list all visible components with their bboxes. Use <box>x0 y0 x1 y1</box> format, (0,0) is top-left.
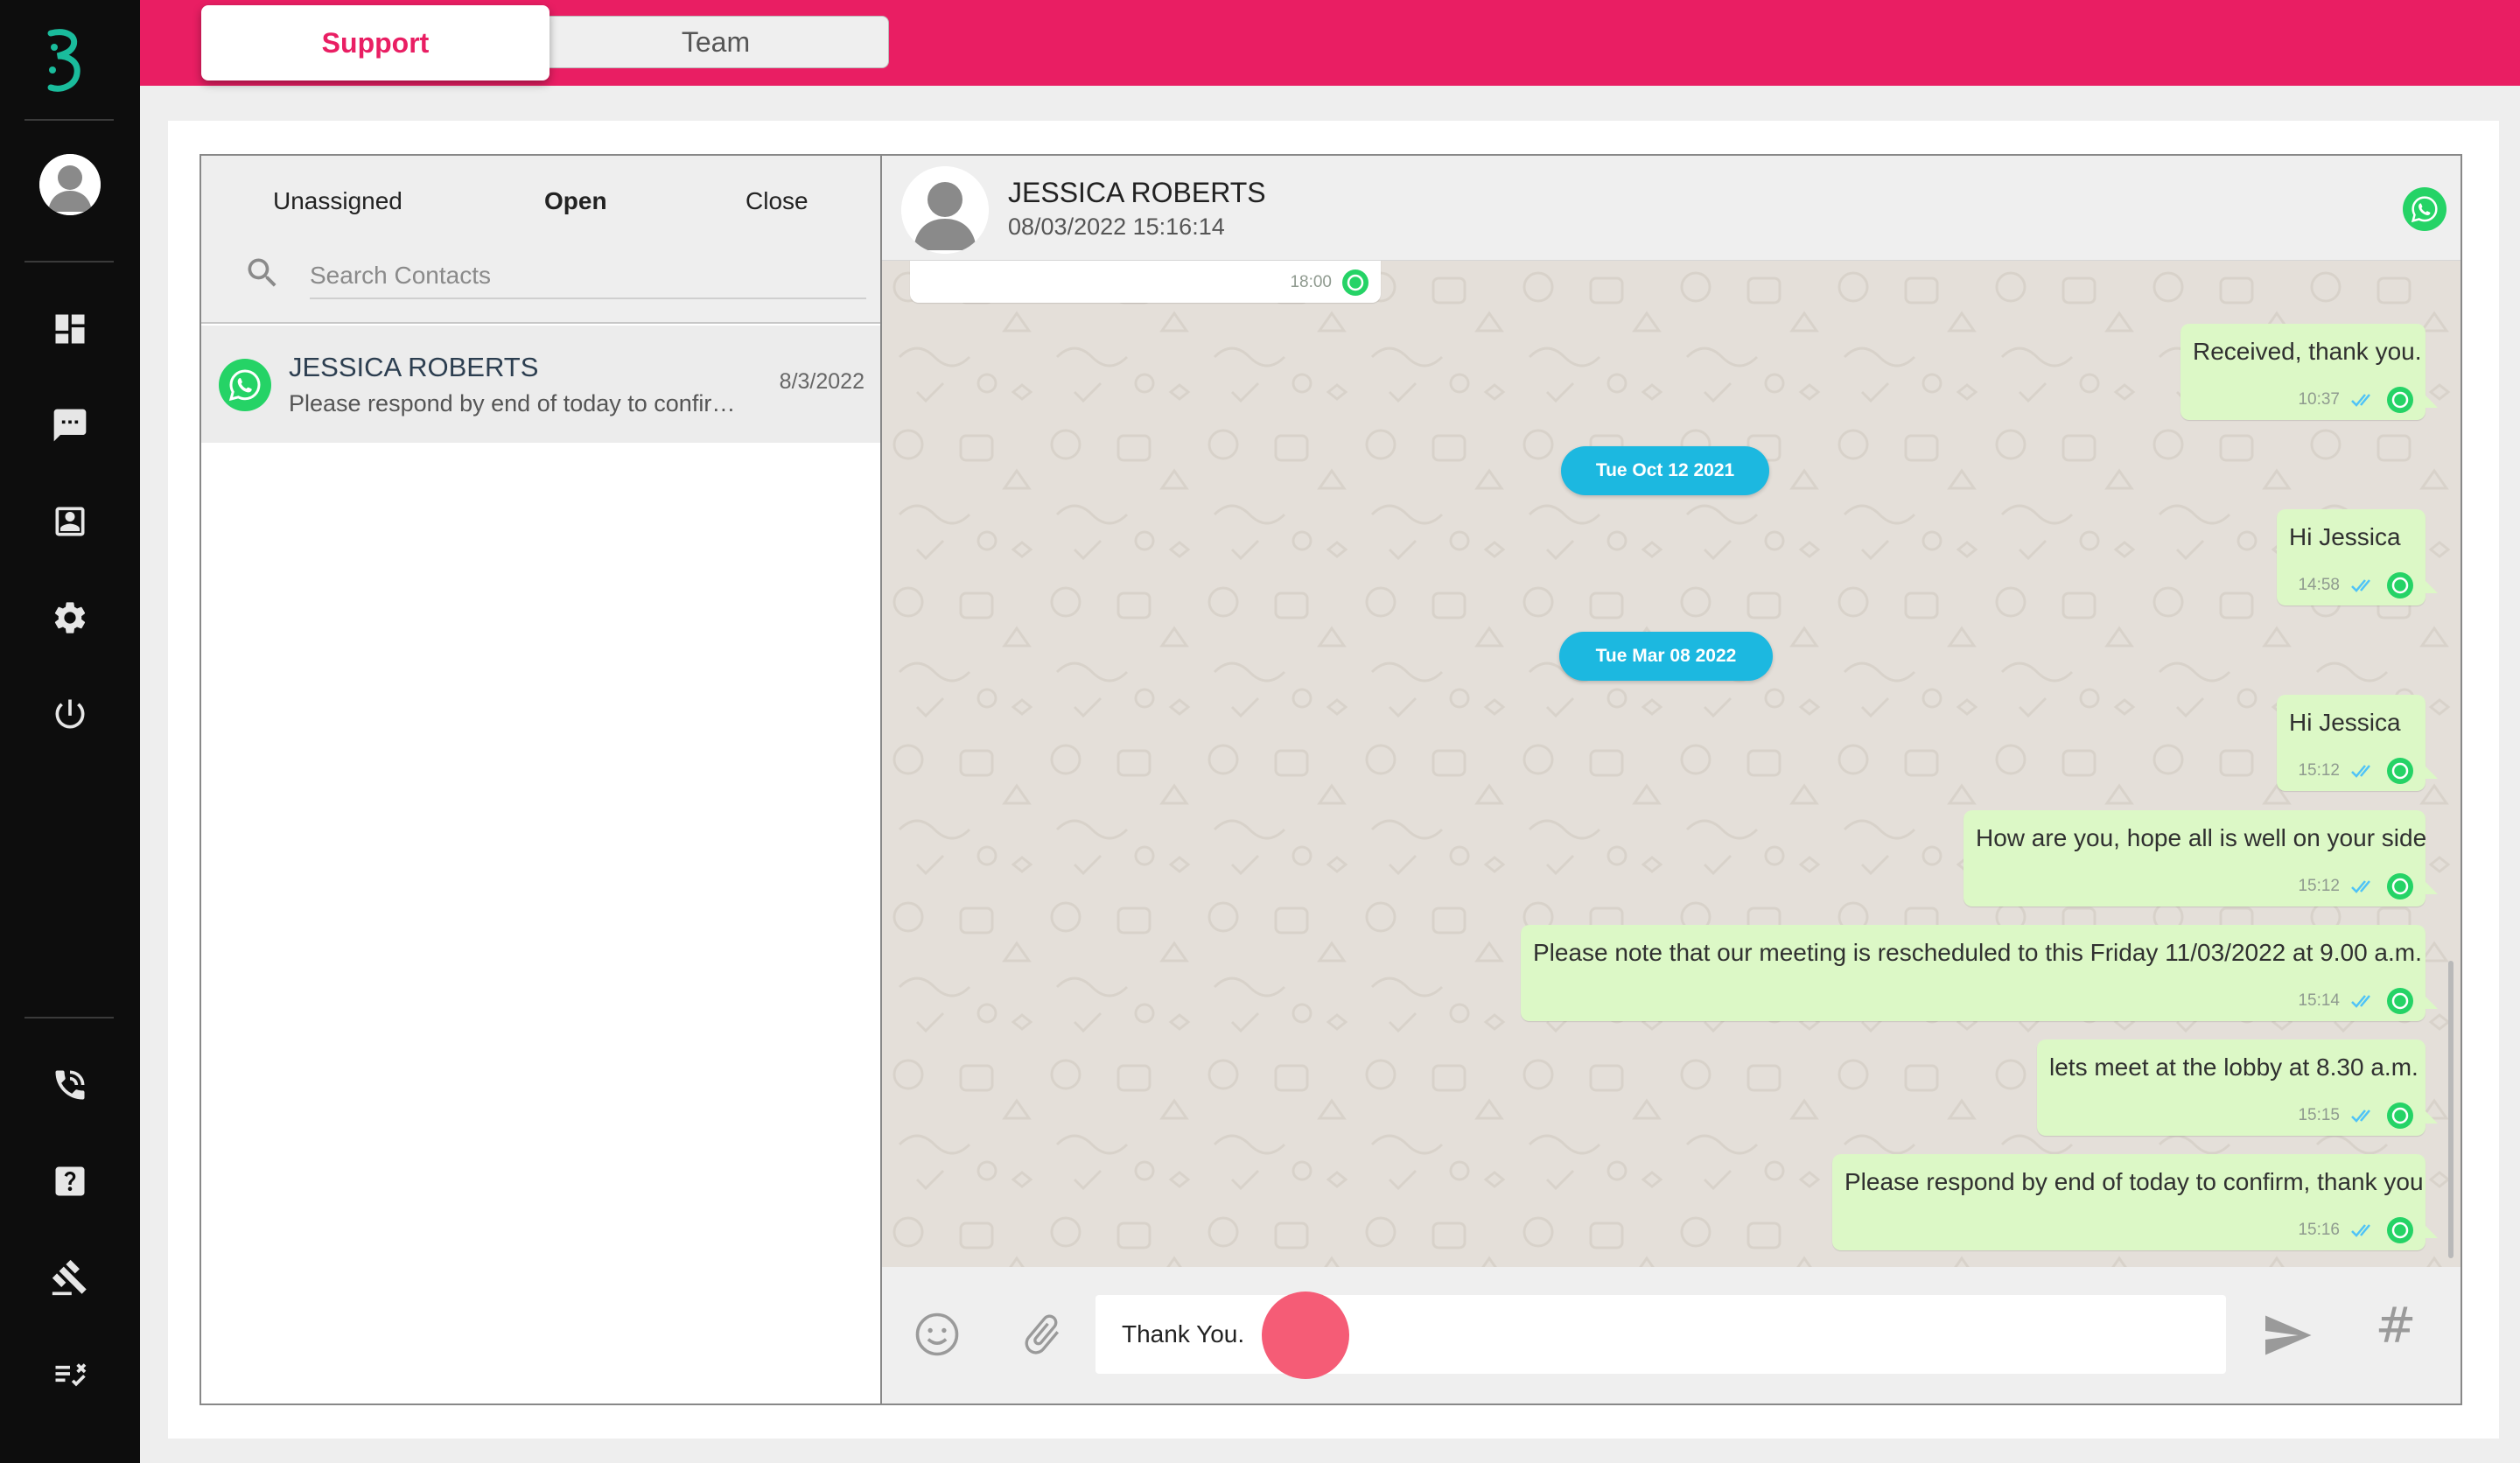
message-outgoing: Please respond by end of today to confir… <box>1832 1154 2438 1250</box>
filter-unassigned[interactable]: Unassigned <box>273 187 402 215</box>
message-outgoing: Received, thank you. 10:37 <box>2180 324 2438 420</box>
message-text: How are you, hope all is well on your si… <box>1976 824 2427 851</box>
date-separator: Tue Oct 12 2021 <box>1561 446 1769 495</box>
message-meta: 10:37 <box>2298 387 2413 413</box>
message-outgoing: lets meet at the lobby at 8.30 a.m. 15:1… <box>2037 1040 2438 1136</box>
top-bar: Team Support <box>140 0 2520 86</box>
tab-team[interactable]: Team <box>542 16 889 68</box>
sidebar-divider <box>24 1017 114 1018</box>
whatsapp-icon <box>2387 572 2413 598</box>
message-text: Received, thank you. <box>2193 338 2422 365</box>
hashtag-button[interactable]: # <box>2370 1300 2422 1353</box>
tab-support[interactable]: Support <box>201 5 550 80</box>
search-icon <box>248 258 276 287</box>
filter-close[interactable]: Close <box>746 187 808 215</box>
user-avatar[interactable] <box>39 154 101 215</box>
message-text: Hi Jessica <box>2289 523 2401 550</box>
message-incoming: 18:00 <box>910 261 1381 303</box>
double-check-icon <box>2351 394 2370 407</box>
chat-contact-name: JESSICA ROBERTS <box>1008 177 1266 208</box>
message-outgoing: Hi Jessica 14:58 <box>2277 509 2438 606</box>
message-meta: 15:12 <box>2298 758 2413 784</box>
message-text: Please note that our meeting is reschedu… <box>1533 939 2422 966</box>
double-check-icon <box>2351 995 2370 1008</box>
message-meta: 18:00 <box>1290 270 1368 296</box>
message-area[interactable]: 18:00 Received, thank you. 10:37 Tue Oct… <box>882 261 2460 1267</box>
whatsapp-icon <box>2387 387 2413 413</box>
cursor-indicator <box>1262 1292 1349 1379</box>
double-check-icon <box>2351 579 2370 592</box>
message-outgoing: Hi Jessica 15:12 <box>2277 695 2438 791</box>
message-time: 15:12 <box>2298 877 2340 895</box>
chat-icon[interactable] <box>44 399 96 452</box>
contact-avatar <box>901 166 989 254</box>
chat-contact-datetime: 08/03/2022 15:16:14 <box>1008 214 1225 240</box>
sidebar-divider <box>24 119 114 121</box>
double-check-icon <box>2351 765 2370 778</box>
chat-panel: JESSICA ROBERTS 08/03/2022 15:16:14 18:0… <box>882 154 2462 1405</box>
dashboard-icon[interactable] <box>44 303 96 355</box>
message-text: Please respond by end of today to confir… <box>1844 1168 2424 1195</box>
message-text: Hi Jessica <box>2289 709 2401 736</box>
app-logo <box>47 29 80 92</box>
message-meta: 15:16 <box>2298 1217 2413 1243</box>
send-icon[interactable] <box>2261 1309 2314 1362</box>
message-time: 15:15 <box>2298 1106 2340 1124</box>
message-meta: 15:12 <box>2298 873 2413 900</box>
double-check-icon <box>2351 1110 2370 1123</box>
whatsapp-icon <box>2387 1217 2413 1243</box>
message-time: 14:58 <box>2298 576 2340 594</box>
message-time: 10:37 <box>2298 390 2340 409</box>
message-meta: 15:14 <box>2298 988 2413 1014</box>
message-meta: 14:58 <box>2298 572 2413 598</box>
contacts-icon[interactable] <box>44 495 96 548</box>
message-outgoing: How are you, hope all is well on your si… <box>1964 810 2438 906</box>
message-time: 15:16 <box>2298 1221 2340 1239</box>
attachment-icon[interactable] <box>1018 1311 1066 1358</box>
date-separator: Tue Mar 08 2022 <box>1559 632 1773 681</box>
contact-list-item[interactable]: JESSICA ROBERTS Please respond by end of… <box>201 326 880 443</box>
whatsapp-icon <box>219 359 271 411</box>
help-icon[interactable] <box>44 1155 96 1208</box>
settings-icon[interactable] <box>44 592 96 644</box>
sidebar <box>0 0 140 1463</box>
search-input[interactable] <box>310 254 866 299</box>
whatsapp-icon <box>2387 758 2413 784</box>
checklist-icon[interactable] <box>44 1348 96 1400</box>
whatsapp-icon <box>2403 187 2446 231</box>
contact-date: 8/3/2022 <box>779 369 864 394</box>
filter-open[interactable]: Open <box>544 187 607 215</box>
whatsapp-icon <box>2387 988 2413 1014</box>
message-composer: # <box>882 1267 2460 1404</box>
message-time: 15:14 <box>2298 991 2340 1010</box>
whatsapp-icon <box>2387 873 2413 900</box>
whatsapp-icon <box>1342 270 1368 296</box>
contact-name: JESSICA ROBERTS <box>289 352 539 382</box>
message-meta: 15:15 <box>2298 1102 2413 1129</box>
contact-preview: Please respond by end of today to confir… <box>289 390 744 416</box>
whatsapp-icon <box>2387 1102 2413 1129</box>
power-icon[interactable] <box>44 688 96 740</box>
message-text: lets meet at the lobby at 8.30 a.m. <box>2049 1054 2418 1081</box>
message-time: 15:12 <box>2298 761 2340 780</box>
message-time: 18:00 <box>1290 273 1332 291</box>
double-check-icon <box>2351 880 2370 893</box>
gavel-icon[interactable] <box>44 1251 96 1304</box>
double-check-icon <box>2351 1224 2370 1237</box>
message-scrollbar[interactable] <box>2448 961 2454 1258</box>
message-outgoing: Please note that our meeting is reschedu… <box>1521 925 2438 1021</box>
contact-list-header: Unassigned Open Close <box>201 156 880 324</box>
phone-icon[interactable] <box>44 1059 96 1111</box>
chat-header: JESSICA ROBERTS 08/03/2022 15:16:14 <box>882 156 2460 261</box>
sidebar-divider <box>24 261 114 262</box>
emoji-icon[interactable] <box>914 1311 961 1358</box>
contact-list-panel: Unassigned Open Close JESSICA ROBERTS Pl… <box>200 154 882 1405</box>
